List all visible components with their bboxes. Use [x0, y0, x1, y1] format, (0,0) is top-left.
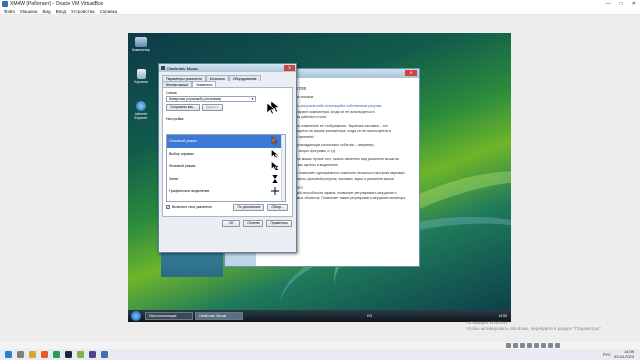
- capture-icon[interactable]: [548, 343, 553, 348]
- menu-file[interactable]: Файл: [4, 9, 15, 14]
- default-button[interactable]: По умолчанию: [233, 204, 265, 211]
- desktop-icon-ie[interactable]: Internet Explorer: [130, 101, 152, 120]
- svg-text:?: ?: [276, 154, 278, 158]
- cursor-row-precision[interactable]: Графическое выделение: [167, 185, 285, 198]
- host-clock[interactable]: 14:59 03.04.2023: [613, 349, 634, 359]
- yandex-icon[interactable]: [41, 351, 48, 358]
- close-button[interactable]: ✕: [632, 1, 636, 7]
- working-cursor-icon: [271, 162, 279, 170]
- taskbar-item-mouse[interactable]: Свойства: Мышь: [195, 312, 243, 320]
- menu-devices[interactable]: Устройства: [71, 9, 95, 14]
- host-taskbar: РУС 14:59 03.04.2023: [0, 349, 640, 360]
- minimize-button[interactable]: —: [606, 1, 611, 7]
- mouse-icon: [161, 66, 165, 70]
- explorer-icon[interactable]: [29, 351, 36, 358]
- checkbox-box[interactable]: ✓: [166, 205, 170, 209]
- keyboard-icon[interactable]: [555, 343, 560, 348]
- virtualbox-icon: [2, 1, 8, 7]
- chevron-down-icon: ▼: [251, 97, 254, 101]
- ok-button[interactable]: OK: [222, 220, 241, 227]
- desktop-icon-label: Корзина: [134, 80, 148, 84]
- desktop-icon-computer[interactable]: Компьютер: [130, 37, 152, 52]
- tab-strip: Параметры указателя Колесико Оборудовани…: [162, 75, 293, 87]
- desktop-icon-label: Компьютер: [131, 48, 151, 52]
- watermark-text: Чтобы активировать Windows, перейдите в …: [466, 326, 602, 331]
- menu-machine[interactable]: Машина: [20, 9, 37, 14]
- hdd-icon[interactable]: [506, 343, 511, 348]
- cursor-row-normal[interactable]: Основной режим: [167, 135, 285, 148]
- menu-help[interactable]: Справка: [100, 9, 118, 14]
- help-cursor-icon: ?: [271, 149, 278, 158]
- host-date: 03.04.2023: [613, 353, 634, 359]
- cursor-row-working[interactable]: Фоновый режим: [167, 160, 285, 173]
- guest-taskbar: Персонализация Свойства: Мышь EN 14:59: [128, 310, 511, 322]
- network-icon[interactable]: [527, 343, 532, 348]
- app-icon[interactable]: [77, 351, 84, 358]
- host-window-title: XM4W (Работает) - Oracle VM VirtualBox: [10, 1, 104, 7]
- tray-lang[interactable]: РУС: [603, 352, 611, 357]
- shadow-checkbox[interactable]: ✓ Включить тень указателя: [166, 205, 212, 209]
- menu-view[interactable]: Вид: [43, 9, 51, 14]
- cursor-row-label: Графическое выделение: [169, 189, 210, 193]
- scheme-label: Схема: [166, 91, 177, 95]
- mouse-pointer-icon: [267, 103, 276, 115]
- app-icon[interactable]: [89, 351, 96, 358]
- recycle-bin-icon: [136, 69, 146, 79]
- shared-folder-icon[interactable]: [534, 343, 539, 348]
- maximize-button[interactable]: □: [620, 1, 623, 7]
- dialog-footer: OK Отмена Применить: [159, 220, 292, 227]
- guest-clock: 14:59: [498, 314, 507, 318]
- desktop-icon-label: Internet Explorer: [134, 112, 148, 120]
- desktop-icon-recycle-bin[interactable]: Корзина: [130, 69, 152, 84]
- search-icon[interactable]: [17, 351, 24, 358]
- vm-status-bar: [0, 342, 640, 349]
- cursor-row-label: Основной режим: [169, 139, 197, 143]
- cursor-row-help[interactable]: Выбор справки ?: [167, 148, 285, 161]
- internet-explorer-icon: [136, 101, 146, 111]
- customize-label: Настройка:: [166, 117, 185, 121]
- browse-button[interactable]: Обзор...: [267, 204, 288, 211]
- save-as-button[interactable]: Сохранить как...: [166, 104, 200, 111]
- guest-lang[interactable]: EN: [367, 314, 372, 318]
- windows-start-icon[interactable]: [5, 351, 12, 358]
- cancel-button[interactable]: Отмена: [243, 220, 264, 227]
- host-menubar: Файл Машина Вид Ввод Устройства Справка: [0, 8, 640, 15]
- apply-button[interactable]: Применить: [266, 220, 292, 227]
- cursor-row-label: Выбор справки: [169, 151, 194, 156]
- activation-watermark: Активация Windows Чтобы активировать Win…: [466, 320, 602, 332]
- steam-icon[interactable]: [65, 351, 72, 358]
- system-tray: РУС 14:59 03.04.2023: [603, 349, 634, 359]
- list-scrollbar[interactable]: [281, 135, 285, 201]
- app-icon[interactable]: [53, 351, 60, 358]
- dialog-title: Свойства: Мышь: [167, 65, 199, 71]
- close-button[interactable]: ✕: [284, 65, 295, 71]
- guest-screen[interactable]: Компьютер Корзина Internet Explorer ✕ зв…: [128, 33, 511, 322]
- dialog-titlebar[interactable]: Свойства: Мышь ✕: [159, 64, 296, 72]
- cursor-row-busy[interactable]: Занят: [167, 173, 285, 186]
- arrow-cursor-icon: [271, 137, 278, 145]
- taskbar-item-personalization[interactable]: Персонализация: [145, 312, 193, 320]
- display-icon[interactable]: [541, 343, 546, 348]
- start-button[interactable]: [131, 311, 141, 321]
- mouse-properties-dialog[interactable]: Свойства: Мышь ✕ Параметры указателя Кол…: [158, 63, 297, 253]
- menu-input[interactable]: Ввод: [56, 9, 66, 14]
- close-button[interactable]: ✕: [405, 70, 417, 76]
- host-titlebar: XM4W (Работает) - Oracle VM VirtualBox —…: [0, 0, 640, 8]
- cursor-row-label: Занят: [169, 176, 179, 181]
- cursor-row-label: Фоновый режим: [169, 164, 196, 168]
- computer-icon: [135, 37, 147, 47]
- shadow-checkbox-label: Включить тень указателя: [172, 205, 212, 209]
- virtualbox-icon[interactable]: [101, 351, 108, 358]
- scheme-value: Инверсная (огромный) (системная): [169, 97, 222, 101]
- cursor-list[interactable]: Основной режим Выбор справки ? Фоновый р…: [166, 134, 286, 202]
- scheme-select[interactable]: Инверсная (огромный) (системная) ▼: [166, 96, 256, 102]
- usb-icon[interactable]: [520, 343, 525, 348]
- crosshair-cursor-icon: [271, 187, 279, 195]
- optical-icon[interactable]: [513, 343, 518, 348]
- busy-cursor-icon: [272, 174, 278, 183]
- delete-button[interactable]: Удалить: [201, 104, 223, 111]
